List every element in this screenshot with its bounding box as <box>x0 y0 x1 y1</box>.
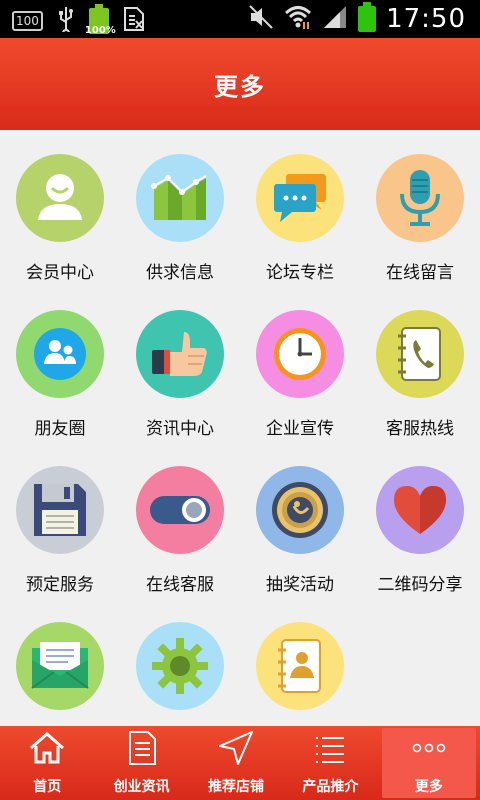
phone-book-icon <box>376 310 464 398</box>
status-bar: 100 100% 17:50 <box>0 0 480 38</box>
nav-products[interactable]: 产品推介 <box>283 726 377 800</box>
grid-item-supply-demand[interactable]: 供求信息 <box>120 130 240 286</box>
grid-item-label: 客服热线 <box>386 419 454 439</box>
grid-item-friends-circle[interactable]: 朋友圈 <box>0 286 120 442</box>
mute-icon <box>248 4 274 34</box>
lottery-icon <box>256 466 344 554</box>
grid-item-news-center[interactable]: 资讯中心 <box>120 286 240 442</box>
microphone-icon <box>376 154 464 242</box>
nav-label: 创业资讯 <box>113 779 170 795</box>
grid-item-online-message[interactable]: 在线留言 <box>360 130 480 286</box>
grid-item-forum[interactable]: 论坛专栏 <box>240 130 360 286</box>
grid-item-label: 会员中心 <box>26 263 94 283</box>
grid-item-member-center[interactable]: 会员中心 <box>0 130 120 286</box>
storage-badge: 100 <box>12 11 43 31</box>
heart-icon <box>376 466 464 554</box>
battery-small-label: 100% <box>84 25 116 36</box>
grid-item-corporate-promo[interactable]: 企业宣传 <box>240 286 360 442</box>
battery-small-icon: 100% <box>85 4 116 36</box>
grid-item-service-hotline[interactable]: 客服热线 <box>360 286 480 442</box>
nav-startup-news[interactable]: 创业资讯 <box>94 726 188 800</box>
chat-bubble-icon <box>256 154 344 242</box>
member-icon <box>16 154 104 242</box>
grid-item-label: 在线留言 <box>386 263 454 283</box>
nav-label: 产品推介 <box>302 779 359 795</box>
grid-item-qrcode-share[interactable]: 二维码分享 <box>360 442 480 598</box>
clock-time: 17:50 <box>386 4 466 34</box>
document-icon <box>122 730 162 770</box>
usb-icon <box>57 6 75 37</box>
navigation-arrow-icon <box>216 730 256 770</box>
home-icon <box>27 730 67 770</box>
contacts-icon <box>256 622 344 710</box>
grid-item-contacts[interactable] <box>240 598 360 726</box>
wifi-icon <box>284 4 312 34</box>
grid-item-label: 供求信息 <box>146 263 214 283</box>
signal-icon <box>322 4 348 34</box>
page-title: 更多 <box>214 72 266 101</box>
grid-item-lottery[interactable]: 抽奖活动 <box>240 442 360 598</box>
status-left: 100 100% <box>12 4 145 37</box>
page-header: 更多 <box>0 38 480 130</box>
floppy-disk-icon <box>16 466 104 554</box>
more-dots-icon <box>409 730 449 770</box>
grid-item-label: 资讯中心 <box>146 419 214 439</box>
grid-item-label: 抽奖活动 <box>266 575 334 595</box>
grid-item-label: 二维码分享 <box>377 575 463 595</box>
nav-label: 更多 <box>414 779 443 795</box>
nav-label: 首页 <box>33 779 62 795</box>
toggle-icon <box>136 466 224 554</box>
grid-item-label: 在线客服 <box>146 575 214 595</box>
nav-recommended-shops[interactable]: 推荐店铺 <box>189 726 283 800</box>
grid-item-reservation[interactable]: 预定服务 <box>0 442 120 598</box>
gear-icon <box>136 622 224 710</box>
envelope-icon <box>16 622 104 710</box>
feature-grid: 会员中心 供求信息 论坛专栏 在线留言 朋友圈 资讯中心 企业宣传 客服热线 预… <box>0 130 480 726</box>
grid-item-label: 预定服务 <box>26 575 94 595</box>
grid-item-label: 论坛专栏 <box>266 263 334 283</box>
sim-icon <box>123 6 145 36</box>
status-right: 17:50 <box>248 2 466 34</box>
bottom-nav: 首页 创业资讯 推荐店铺 产品推介 更多 <box>0 726 480 800</box>
grid-item-online-service[interactable]: 在线客服 <box>120 442 240 598</box>
battery-icon <box>358 2 377 32</box>
grid-item-mail[interactable] <box>0 598 120 726</box>
nav-more[interactable]: 更多 <box>381 728 477 798</box>
thumbs-up-icon <box>136 310 224 398</box>
nav-label: 推荐店铺 <box>208 779 265 795</box>
chart-icon <box>136 154 224 242</box>
list-icon <box>310 730 350 770</box>
clock-icon <box>256 310 344 398</box>
nav-home[interactable]: 首页 <box>0 726 94 800</box>
grid-item-label: 朋友圈 <box>34 419 86 439</box>
grid-item-settings[interactable] <box>120 598 240 726</box>
friends-icon <box>16 310 104 398</box>
grid-item-label: 企业宣传 <box>266 419 334 439</box>
